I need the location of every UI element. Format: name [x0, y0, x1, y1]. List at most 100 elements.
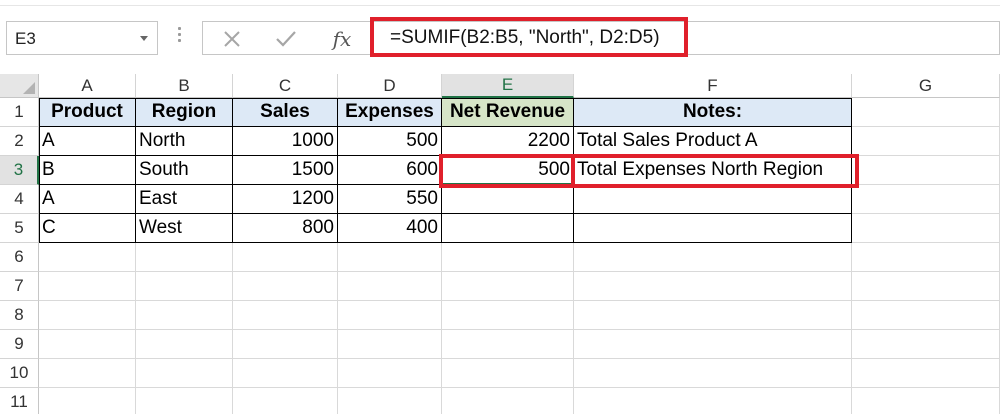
cell-d5[interactable]: 400	[338, 214, 442, 243]
cell-f9[interactable]	[574, 330, 852, 359]
column-header-e[interactable]: E	[442, 74, 574, 98]
row-header-3[interactable]: 3	[0, 156, 39, 185]
row-header-7[interactable]: 7	[0, 272, 39, 301]
enter-check-icon[interactable]	[271, 22, 301, 56]
cell-d4[interactable]: 550	[338, 185, 442, 214]
cell-f6[interactable]	[574, 243, 852, 272]
cell-e7[interactable]	[442, 272, 574, 301]
cell-g10[interactable]	[852, 359, 1000, 388]
row-header-9[interactable]: 9	[0, 330, 39, 359]
cell-f2[interactable]: Total Sales Product A	[574, 127, 852, 156]
cell-d10[interactable]	[338, 359, 442, 388]
insert-function-button[interactable]: fx	[325, 22, 359, 56]
cell-e2[interactable]: 2200	[442, 127, 574, 156]
row-header-10[interactable]: 10	[0, 359, 39, 388]
cell-e9[interactable]	[442, 330, 574, 359]
cell-c9[interactable]	[233, 330, 338, 359]
cell-b7[interactable]	[136, 272, 233, 301]
cell-f3[interactable]: Total Expenses North Region	[574, 156, 852, 185]
cell-c10[interactable]	[233, 359, 338, 388]
cell-b3[interactable]: South	[136, 156, 233, 185]
cell-c3[interactable]: 1500	[233, 156, 338, 185]
cell-d2[interactable]: 500	[338, 127, 442, 156]
table-header-cell[interactable]: Notes:	[574, 98, 852, 127]
row-header-11[interactable]: 11	[0, 388, 39, 414]
cell-e8[interactable]	[442, 301, 574, 330]
cell-g1[interactable]	[852, 98, 1000, 127]
cell-f10[interactable]	[574, 359, 852, 388]
cell-b11[interactable]	[136, 388, 233, 414]
name-box-dropdown-icon[interactable]	[140, 36, 148, 41]
cell-b4[interactable]: East	[136, 185, 233, 214]
cell-b5[interactable]: West	[136, 214, 233, 243]
cell-a2[interactable]: A	[39, 127, 136, 156]
column-header-d[interactable]: D	[338, 74, 442, 98]
column-header-c[interactable]: C	[233, 74, 338, 98]
cell-c4[interactable]: 1200	[233, 185, 338, 214]
row-header-2[interactable]: 2	[0, 127, 39, 156]
cell-f7[interactable]	[574, 272, 852, 301]
row-header-8[interactable]: 8	[0, 301, 39, 330]
cell-b2[interactable]: North	[136, 127, 233, 156]
cell-d6[interactable]	[338, 243, 442, 272]
select-all-corner[interactable]	[0, 74, 39, 98]
name-box[interactable]: E3	[6, 21, 158, 55]
cell-g7[interactable]	[852, 272, 1000, 301]
cell-c11[interactable]	[233, 388, 338, 414]
cell-d9[interactable]	[338, 330, 442, 359]
cell-d8[interactable]	[338, 301, 442, 330]
cell-f8[interactable]	[574, 301, 852, 330]
cell-e3[interactable]: 500	[442, 156, 574, 185]
cell-g9[interactable]	[852, 330, 1000, 359]
cell-a9[interactable]	[39, 330, 136, 359]
cancel-icon[interactable]	[217, 22, 247, 56]
row-header-6[interactable]: 6	[0, 243, 39, 272]
table-header-cell[interactable]: Expenses	[338, 98, 442, 127]
table-header-cell[interactable]: Net Revenue	[442, 98, 574, 127]
column-header-g[interactable]: G	[852, 74, 1000, 98]
column-header-b[interactable]: B	[136, 74, 233, 98]
cell-a8[interactable]	[39, 301, 136, 330]
cell-f11[interactable]	[574, 388, 852, 414]
cell-c2[interactable]: 1000	[233, 127, 338, 156]
table-header-cell[interactable]: Region	[136, 98, 233, 127]
cell-c7[interactable]	[233, 272, 338, 301]
cell-g3[interactable]	[852, 156, 1000, 185]
cell-d11[interactable]	[338, 388, 442, 414]
cell-e4[interactable]	[442, 185, 574, 214]
cell-a3[interactable]: B	[39, 156, 136, 185]
cell-b8[interactable]	[136, 301, 233, 330]
cell-b6[interactable]	[136, 243, 233, 272]
cell-e5[interactable]	[442, 214, 574, 243]
cell-a5[interactable]: C	[39, 214, 136, 243]
column-header-a[interactable]: A	[39, 74, 136, 98]
column-header-f[interactable]: F	[574, 74, 852, 98]
cell-g11[interactable]	[852, 388, 1000, 414]
cell-d7[interactable]	[338, 272, 442, 301]
cell-a6[interactable]	[39, 243, 136, 272]
cell-b10[interactable]	[136, 359, 233, 388]
row-header-1[interactable]: 1	[0, 98, 39, 127]
cell-a10[interactable]	[39, 359, 136, 388]
cell-c6[interactable]	[233, 243, 338, 272]
cell-a7[interactable]	[39, 272, 136, 301]
cell-e11[interactable]	[442, 388, 574, 414]
row-header-5[interactable]: 5	[0, 214, 39, 243]
cell-c8[interactable]	[233, 301, 338, 330]
cell-g2[interactable]	[852, 127, 1000, 156]
cell-f5[interactable]	[574, 214, 852, 243]
table-header-cell[interactable]: Sales	[233, 98, 338, 127]
table-header-cell[interactable]: Product	[39, 98, 136, 127]
cell-d3[interactable]: 600	[338, 156, 442, 185]
cell-g6[interactable]	[852, 243, 1000, 272]
cell-g5[interactable]	[852, 214, 1000, 243]
cell-f4[interactable]	[574, 185, 852, 214]
cell-g8[interactable]	[852, 301, 1000, 330]
cell-a4[interactable]: A	[39, 185, 136, 214]
row-header-4[interactable]: 4	[0, 185, 39, 214]
cell-c5[interactable]: 800	[233, 214, 338, 243]
cell-b9[interactable]	[136, 330, 233, 359]
cell-e6[interactable]	[442, 243, 574, 272]
cell-g4[interactable]	[852, 185, 1000, 214]
cell-e10[interactable]	[442, 359, 574, 388]
